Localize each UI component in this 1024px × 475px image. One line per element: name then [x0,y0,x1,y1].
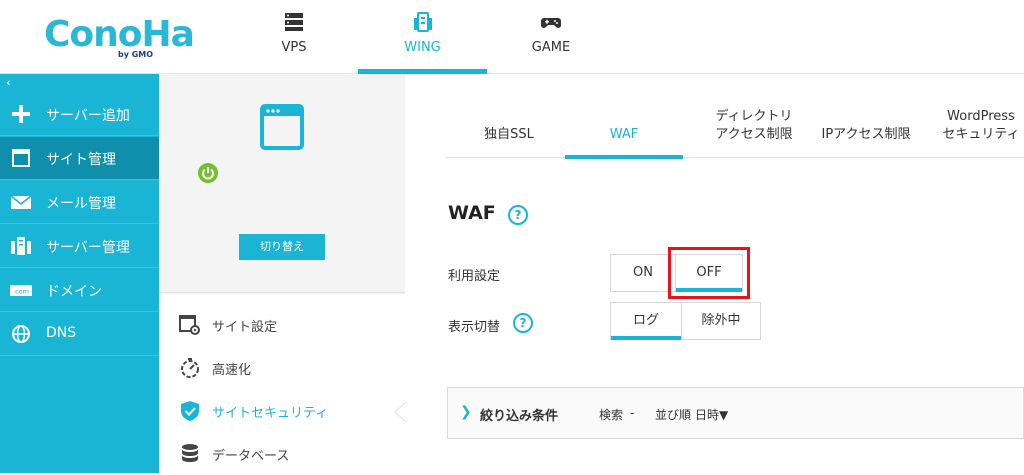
chevron-right-icon[interactable]: ❯ [460,404,472,420]
tab-label: IPアクセス制限 [821,127,911,142]
sidebar-label: サーバー管理 [46,240,130,256]
sub-menu-speedup[interactable]: 高速化 [159,347,405,389]
mail-icon [10,195,32,209]
sidebar-label: メール管理 [46,196,116,212]
usage-on-button[interactable]: ON [611,255,675,291]
sidebar-label: DNS [46,325,77,341]
tab-label: セキュリティ [942,127,1020,142]
service-label-wing: WING [404,40,441,55]
security-tabs: 独自SSL WAF ディレクトリ アクセス制限 IPアクセス制限 WordPre… [446,74,1024,159]
sidebar-label: ドメイン [46,284,102,300]
tab-ip-access[interactable]: IPアクセス制限 [814,74,918,158]
site-summary: 切り替え [159,74,405,293]
tab-label: ディレクトリ [715,109,793,124]
display-toggle: ログ 除外中 [610,302,761,340]
sidebar-item-dns[interactable]: DNS [0,313,159,356]
sub-menu-database[interactable]: データベース [159,433,405,475]
sub-menu-label: サイト設定 [212,320,278,335]
collapse-sidebar-icon[interactable]: ‹ [6,76,11,89]
sub-menu-site-security[interactable]: サイトセキュリティ [159,390,405,432]
service-label-vps: VPS [281,40,307,55]
search-value: - [630,406,635,420]
excluded-button[interactable]: 除外中 [681,303,760,339]
tab-waf[interactable]: WAF [565,74,683,159]
page-title: WAF [448,202,496,224]
usage-setting-label: 利用設定 [448,269,501,284]
site-sub-menu: サイト設定 高速化 サイトセキュリティ データベース [159,294,405,473]
sidebar-label: サーバー追加 [46,108,130,124]
site-settings-icon [179,315,200,335]
off-button-highlight [668,247,750,299]
sort-label: 並び順 [655,408,692,422]
tab-label: WordPress [947,109,1015,124]
filter-title: 絞り込み条件 [480,409,559,424]
top-header: ConoHa by GMO VPS WING GAME [0,0,1024,74]
site-window-icon [260,104,304,150]
sub-menu-site-settings[interactable]: サイト設定 [159,304,405,346]
shield-check-icon [181,401,199,421]
sub-menu-label: 高速化 [212,363,252,378]
main-sidebar: ‹ サーバー追加 サイト管理 メール管理 サーバー管理 .com ドメイン DN… [0,74,159,473]
site-panel: 切り替え サイト設定 高速化 サイトセキュリティ データベース [159,74,405,473]
tab-label: アクセス制限 [715,127,793,142]
gamepad-icon [541,18,561,28]
logo-sub: by GMO [118,50,154,59]
stopwatch-icon [181,358,199,378]
selected-indicator [611,336,681,340]
domain-icon: .com [10,285,32,296]
tab-label: WAF [609,127,639,142]
log-button[interactable]: ログ [611,303,681,340]
sort-value[interactable]: 日時▼ [695,406,728,423]
sidebar-item-mail-management[interactable]: メール管理 [0,181,159,224]
log-label: ログ [632,313,659,328]
tab-directory-access[interactable]: ディレクトリ アクセス制限 [694,74,814,158]
active-tab-indicator [565,155,683,159]
globe-icon [12,325,30,343]
filter-panel[interactable]: ❯ 絞り込み条件 検索 - 並び順 日時▼ [447,387,1024,439]
waf-help-icon[interactable]: ? [508,205,528,225]
database-icon [182,444,198,462]
conoha-logo[interactable]: ConoHa by GMO [44,12,195,60]
service-tab-vps[interactable]: VPS [258,0,330,74]
server-stack-icon [11,237,31,255]
server-icon [285,13,303,31]
sidebar-item-site-management[interactable]: サイト管理 [0,137,159,180]
search-label: 検索 [599,408,624,422]
sub-menu-label: サイトセキュリティ [212,406,329,421]
active-submenu-pointer [394,402,406,422]
plus-icon [12,105,30,123]
sub-menu-label: データベース [212,449,290,464]
sidebar-item-server-management[interactable]: サーバー管理 [0,225,159,268]
switch-site-button[interactable]: 切り替え [239,234,325,260]
service-label-game: GAME [531,40,571,55]
building-icon [413,12,432,32]
power-status-icon [198,163,218,183]
display-help-icon[interactable]: ? [513,313,533,333]
tab-ssl[interactable]: 独自SSL [470,74,548,158]
sidebar-item-domain[interactable]: .com ドメイン [0,269,159,312]
svg-text:.com: .com [13,288,29,296]
sidebar-label: サイト管理 [46,152,116,168]
sidebar-item-add-server[interactable]: サーバー追加 [0,93,159,136]
display-toggle-label: 表示切替 [448,320,501,335]
service-tab-wing[interactable]: WING [358,0,487,74]
service-tab-game[interactable]: GAME [516,0,586,74]
window-icon [12,149,30,167]
tab-label: 独自SSL [484,127,534,142]
tab-wordpress-security[interactable]: WordPress セキュリティ [926,74,1024,158]
